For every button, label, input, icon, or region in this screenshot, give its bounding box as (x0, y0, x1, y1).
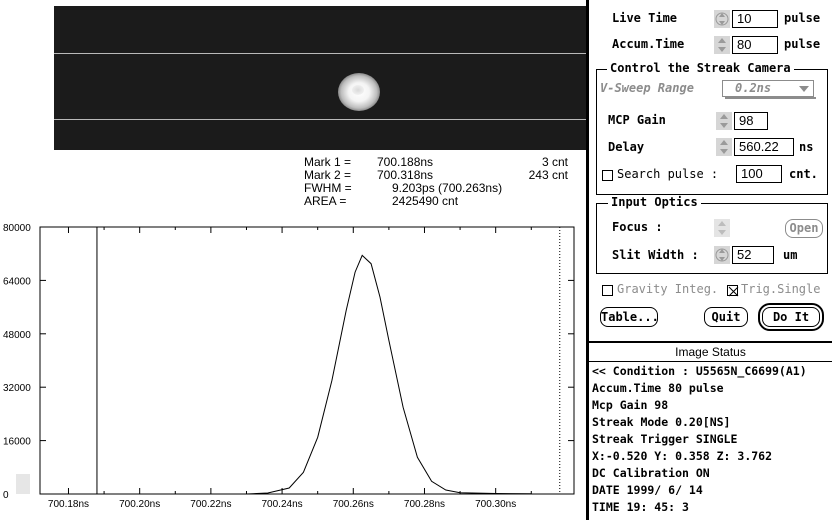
accum-time-unit: pulse (784, 37, 821, 51)
status-line: TIME 19: 45: 3 (592, 500, 689, 514)
slit-width-label: Slit Width : (612, 248, 699, 262)
y-tick-label: 0 (3, 490, 9, 501)
image-status-title: Image Status (589, 343, 832, 362)
table-button[interactable]: Table... (600, 307, 659, 327)
slit-width-field[interactable]: 52 (732, 246, 774, 264)
accum-time-stepper[interactable] (714, 36, 730, 54)
area-label: AREA = (304, 194, 347, 208)
region-line-bottom (54, 119, 588, 120)
trig-single-label: Trig.Single (741, 282, 821, 296)
gravity-integ-checkbox[interactable] (602, 285, 613, 296)
status-line: X:-0.520 Y: 0.358 Z: 3.762 (592, 449, 773, 463)
chevron-down-icon (799, 86, 809, 92)
accum-time-label: Accum.Time (612, 37, 685, 51)
mcp-gain-label: MCP Gain (608, 113, 666, 127)
focus-label: Focus : (612, 220, 663, 234)
streak-image (54, 6, 588, 150)
area-value: 2425490 cnt (392, 194, 459, 208)
status-line: Accum.Time 80 pulse (592, 381, 724, 395)
x-tick-label: 700.26ns (333, 499, 374, 510)
y-axis-labels: 0 16000 32000 48000 64000 80000 (3, 223, 31, 501)
input-optics-group-title: Input Optics (608, 195, 701, 209)
light-spot (338, 73, 380, 111)
gravity-integ-label: Gravity Integ. (617, 282, 719, 296)
quit-button[interactable]: Quit (704, 307, 748, 327)
status-line: Streak Trigger SINGLE (592, 432, 738, 446)
live-time-field[interactable]: 10 (732, 10, 778, 28)
x-tick-label: 700.18ns (48, 499, 89, 510)
vsweep-value: 0.2ns (735, 81, 772, 95)
profile-curve (68, 254, 532, 495)
marker-lines (96, 227, 561, 494)
do-it-button[interactable]: Do It (758, 303, 824, 331)
scroll-thumb (16, 474, 30, 494)
plot-frame (39, 226, 575, 495)
y-tick-label: 16000 (3, 437, 31, 448)
control-panel: Live Time 10 pulse Accum.Time 80 pulse C… (586, 0, 832, 520)
vsweep-dropdown[interactable]: 0.2ns (722, 80, 816, 99)
intensity-profile-chart[interactable]: 0 16000 32000 48000 64000 80000 700.18ns 700.2… (0, 220, 584, 520)
delay-unit: ns (799, 140, 814, 154)
slit-width-unit: um (783, 248, 798, 262)
status-line: Streak Mode 0.20[NS] (592, 415, 731, 429)
y-tick-label: 32000 (3, 383, 31, 394)
mcp-gain-stepper[interactable] (716, 112, 732, 130)
image-status-window: Image Status << Condition : U5565N_C6699… (589, 341, 832, 522)
delay-stepper[interactable] (716, 138, 732, 156)
region-line-top (54, 53, 588, 54)
y-tick-label: 48000 (3, 330, 31, 341)
open-button[interactable]: Open (785, 219, 823, 238)
input-optics-group (596, 203, 828, 274)
delay-field[interactable]: 560.22 (734, 138, 794, 156)
x-tick-label: 700.30ns (475, 499, 516, 510)
x-axis-labels: 700.18ns 700.20ns 700.22ns 700.24ns 700.26ns… (48, 499, 516, 510)
slit-width-stepper[interactable] (714, 246, 730, 264)
axis-ticks (40, 226, 574, 495)
x-tick-label: 700.22ns (190, 499, 231, 510)
mcp-gain-field[interactable]: 98 (734, 112, 768, 130)
search-pulse-field[interactable]: 100 (736, 165, 782, 183)
x-tick-label: 700.28ns (404, 499, 445, 510)
y-tick-label: 64000 (3, 276, 31, 287)
streak-camera-group-title: Control the Streak Camera (607, 61, 794, 75)
x-tick-label: 700.20ns (119, 499, 160, 510)
live-time-unit: pulse (784, 11, 821, 25)
delay-label: Delay (608, 140, 645, 154)
search-pulse-unit: cnt. (789, 167, 818, 181)
y-tick-label: 80000 (3, 223, 31, 234)
status-line: Mcp Gain 98 (592, 398, 669, 412)
accum-time-field[interactable]: 80 (732, 36, 778, 54)
vsweep-label: V-Sweep Range (600, 81, 694, 95)
focus-stepper[interactable] (714, 219, 730, 237)
x-tick-label: 700.24ns (262, 499, 303, 510)
live-time-stepper[interactable] (714, 10, 730, 28)
live-time-label: Live Time (612, 11, 678, 25)
status-line: DATE 1999/ 6/ 14 (592, 483, 703, 497)
status-line: << Condition : U5565N_C6699(A1) (592, 364, 807, 378)
status-line: DC Calibration ON (592, 466, 710, 480)
search-pulse-checkbox[interactable] (602, 170, 613, 181)
mark2-count: 243 cnt (528, 168, 568, 182)
trig-single-checkbox[interactable] (727, 285, 739, 297)
search-pulse-label: Search pulse : (617, 167, 719, 181)
